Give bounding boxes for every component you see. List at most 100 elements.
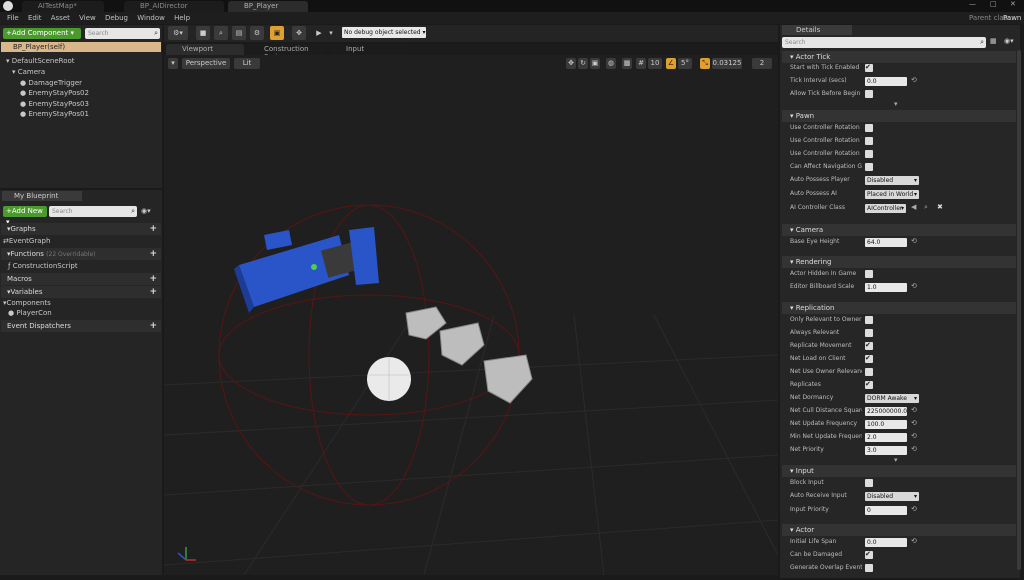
- tree-damagetrigger[interactable]: ● DamageTrigger: [20, 78, 82, 88]
- add-function-icon[interactable]: +: [149, 248, 157, 260]
- find-icon[interactable]: ⌕: [214, 26, 228, 40]
- min-net-update-field[interactable]: 2.0: [865, 433, 907, 442]
- camera-speed-icon[interactable]: 2: [752, 58, 772, 69]
- base-eye-height-field[interactable]: 64.0: [865, 238, 907, 247]
- tab-aitestmap[interactable]: AITestMap*: [22, 1, 104, 12]
- reset-arrow-icon[interactable]: ⟲: [911, 432, 917, 440]
- construction-script-item[interactable]: ƒ ConstructionScript: [8, 261, 78, 271]
- tree-camera[interactable]: ▾ Camera: [12, 67, 45, 77]
- auto-receive-input-select[interactable]: Disabled: [865, 492, 919, 501]
- tick-interval-field[interactable]: 0.0: [865, 77, 907, 86]
- menu-help[interactable]: Help: [174, 12, 190, 24]
- tab-bp-player[interactable]: BP_Player: [228, 1, 308, 12]
- section-actor[interactable]: ▾ Actor: [782, 524, 1016, 536]
- tree-enemystaypos03[interactable]: ● EnemyStayPos03: [20, 99, 89, 109]
- can-be-damaged-checkbox[interactable]: [865, 550, 873, 559]
- debug-object-select[interactable]: No debug object selected ▾: [342, 27, 426, 38]
- parent-class-value[interactable]: Pawn: [1003, 12, 1021, 24]
- add-new-button[interactable]: +Add New ▾: [3, 206, 47, 226]
- rotation-snap-value[interactable]: 5°: [678, 58, 692, 69]
- net-dormancy-select[interactable]: DORM Awake: [865, 394, 919, 403]
- input-priority-field[interactable]: 0: [865, 506, 907, 515]
- expand-advanced-icon[interactable]: ▾: [894, 456, 898, 464]
- translate-icon[interactable]: ✥: [566, 58, 576, 69]
- rotation-snap-icon[interactable]: ∠: [666, 58, 676, 69]
- section-replication[interactable]: ▾ Replication: [782, 302, 1016, 314]
- lit-button[interactable]: Lit: [234, 58, 260, 69]
- tab-input[interactable]: Input: [330, 44, 408, 55]
- clear-icon[interactable]: ✖: [937, 203, 943, 211]
- play-button[interactable]: ▶: [312, 26, 326, 40]
- rotate-icon[interactable]: ↻: [578, 58, 588, 69]
- simulation-icon[interactable]: ✥: [292, 26, 306, 40]
- tree-enemystaypos02[interactable]: ● EnemyStayPos02: [20, 88, 89, 98]
- replicates-checkbox[interactable]: [865, 380, 873, 389]
- menu-view[interactable]: View: [79, 12, 96, 24]
- auto-possess-player-select[interactable]: Disabled: [865, 176, 919, 185]
- auto-possess-ai-select[interactable]: Placed in World: [865, 190, 919, 199]
- scale-snap-icon[interactable]: ⤡: [700, 58, 710, 69]
- property-matrix-icon[interactable]: ▦: [990, 37, 997, 45]
- tab-construction-script[interactable]: Construction Scrip: [248, 44, 326, 61]
- tree-defaultsceneroot[interactable]: ▾ DefaultSceneRoot: [6, 56, 75, 66]
- components-search-input[interactable]: Search ⌕: [85, 28, 160, 39]
- tab-viewport[interactable]: Viewport: [166, 44, 244, 55]
- menu-asset[interactable]: Asset: [51, 12, 70, 24]
- expand-advanced-icon[interactable]: ▾: [894, 100, 898, 108]
- class-defaults-icon[interactable]: ▣: [270, 26, 284, 40]
- start-tick-checkbox[interactable]: [865, 63, 873, 72]
- close-icon[interactable]: ✕: [1010, 0, 1016, 8]
- ctrl-roll-checkbox[interactable]: [865, 150, 873, 158]
- compile-button[interactable]: ⚙▾: [168, 26, 188, 40]
- perspective-button[interactable]: Perspective: [182, 58, 230, 69]
- net-cull-distance-field[interactable]: 225000000.0: [865, 407, 907, 416]
- replicate-movement-checkbox[interactable]: [865, 341, 873, 350]
- menu-window[interactable]: Window: [137, 12, 165, 24]
- section-pawn[interactable]: ▾ Pawn: [782, 110, 1016, 122]
- always-relevant-checkbox[interactable]: [865, 329, 873, 337]
- reset-arrow-icon[interactable]: ⟲: [911, 505, 917, 513]
- reset-arrow-icon[interactable]: ⟲: [911, 282, 917, 290]
- graphs-section[interactable]: ▾Graphs +: [1, 223, 161, 235]
- event-dispatchers-section[interactable]: Event Dispatchers +: [1, 320, 161, 332]
- add-dispatcher-icon[interactable]: +: [149, 320, 157, 332]
- ai-controller-class-select[interactable]: AIController: [865, 204, 906, 213]
- grid-snap-value[interactable]: 10: [648, 58, 662, 69]
- net-update-frequency-field[interactable]: 100.0: [865, 420, 907, 429]
- reset-arrow-icon[interactable]: ⟲: [911, 445, 917, 453]
- billboard-scale-field[interactable]: 1.0: [865, 283, 907, 292]
- maximize-icon[interactable]: □: [990, 0, 997, 8]
- details-search-input[interactable]: Search ⌕: [782, 37, 986, 48]
- only-owner-checkbox[interactable]: [865, 316, 873, 324]
- visibility-icon[interactable]: ◉▾: [1004, 37, 1014, 45]
- class-settings-icon[interactable]: ⚙: [250, 26, 264, 40]
- my-blueprint-tab[interactable]: My Blueprint: [2, 191, 82, 201]
- event-graph-item[interactable]: ⇄EventGraph: [3, 236, 50, 246]
- reset-arrow-icon[interactable]: ⟲: [911, 537, 917, 545]
- section-input[interactable]: ▾ Input: [782, 465, 1016, 477]
- affect-nav-checkbox[interactable]: [865, 163, 873, 171]
- ctrl-yaw-checkbox[interactable]: [865, 137, 873, 145]
- allow-tick-checkbox[interactable]: [865, 90, 873, 98]
- tree-enemystaypos01[interactable]: ● EnemyStayPos01: [20, 109, 89, 119]
- net-load-checkbox[interactable]: [865, 354, 873, 363]
- net-owner-relevancy-checkbox[interactable]: [865, 368, 873, 376]
- use-selected-icon[interactable]: ◀: [911, 203, 916, 211]
- menu-debug[interactable]: Debug: [105, 12, 128, 24]
- add-graph-icon[interactable]: +: [149, 223, 157, 235]
- functions-section[interactable]: ▾Functions (22 Overridable) +: [1, 248, 161, 260]
- components-category[interactable]: ▾Components: [3, 298, 51, 308]
- add-component-button[interactable]: +Add Component ▾: [3, 28, 81, 39]
- surface-snap-icon[interactable]: ▩: [622, 58, 632, 69]
- add-variable-icon[interactable]: +: [149, 286, 157, 298]
- viewport[interactable]: ▾ Perspective Lit ✥ ↻ ▣ ◍ ▩ # 10 ∠ 5° ⤡ …: [164, 55, 778, 575]
- menu-edit[interactable]: Edit: [28, 12, 42, 24]
- generate-overlap-checkbox[interactable]: [865, 564, 873, 572]
- hide-unrelated-icon[interactable]: ▤: [232, 26, 246, 40]
- details-tab[interactable]: Details: [782, 25, 852, 35]
- ctrl-pitch-checkbox[interactable]: [865, 124, 873, 132]
- hidden-in-game-checkbox[interactable]: [865, 270, 873, 278]
- scale-icon[interactable]: ▣: [590, 58, 600, 69]
- minimize-icon[interactable]: —: [969, 0, 976, 8]
- block-input-checkbox[interactable]: [865, 479, 873, 487]
